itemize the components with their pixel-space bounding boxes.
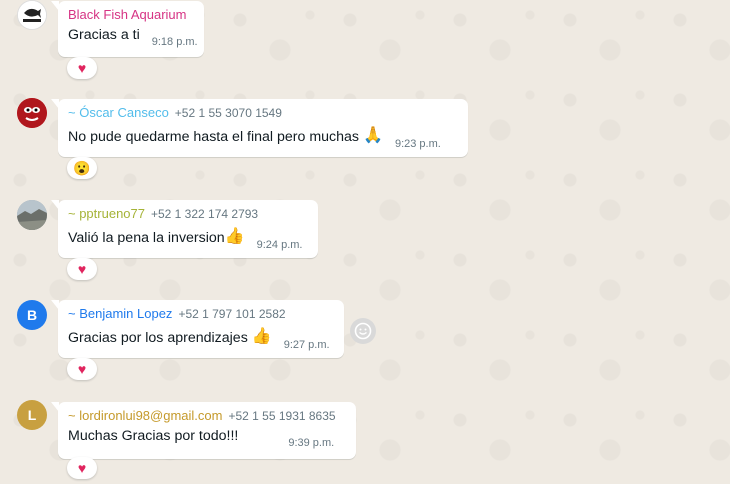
sender-phone: +52 1 55 1931 8635 [228,409,336,423]
smiley-icon [354,322,372,340]
avatar[interactable] [17,98,47,128]
surprised-face-icon: 😮 [73,159,91,176]
praying-hands-icon: 🙏 [363,127,383,144]
text-row: Valió la pena la inversion 👍 9:24 p.m. [68,226,309,251]
heart-icon: ♥ [77,361,87,377]
message-time: 9:18 p.m. [151,36,198,48]
sender-phone: +52 1 55 3070 1549 [174,106,282,120]
sender-phone: +52 1 322 174 2793 [150,207,259,221]
message-time: 9:27 p.m. [283,339,330,351]
text-row: Gracias por los aprendizajes 👍 9:27 p.m. [68,326,335,351]
avatar-letter: B [26,307,38,323]
add-reaction-button[interactable] [350,318,376,344]
photo-avatar-icon [17,98,47,128]
message-time: 9:23 p.m. [394,138,441,150]
text-row: No pude quedarme hasta el final pero muc… [68,125,459,150]
logo-icon [18,1,46,29]
avatar[interactable] [17,0,47,30]
avatar[interactable]: B [17,300,47,330]
avatar[interactable]: L [17,400,47,430]
sender-name[interactable]: Black Fish Aquarium [68,7,187,22]
message-bubble[interactable]: ~ pptrueno77 +52 1 322 174 2793 Valió la… [51,200,318,258]
message-text: No pude quedarme hasta el final pero muc… [68,129,360,145]
sender-row: ~ pptrueno77 +52 1 322 174 2793 [68,206,309,221]
message-bubble[interactable]: ~ Benjamin Lopez +52 1 797 101 2582 Grac… [51,300,344,358]
message-text: Gracias a ti [68,27,140,43]
heart-icon: ♥ [77,60,87,76]
thumbs-up-icon: 👍 [224,228,245,245]
sender-row: ~ lordironlui98@gmail.com +52 1 55 1931 … [68,408,347,423]
reaction-badge[interactable]: 😮 [67,157,97,179]
sender-phone: +52 1 797 101 2582 [178,307,286,321]
photo-avatar-icon [17,200,47,230]
message-text: Muchas Gracias por todo!!! [68,428,239,444]
avatar[interactable] [17,200,47,230]
reaction-badge[interactable]: ♥ [67,57,97,79]
reaction-badge[interactable]: ♥ [67,358,97,380]
sender-row: Black Fish Aquarium [68,7,195,22]
reaction-badge[interactable]: ♥ [67,457,97,479]
thumbs-up-icon: 👍 [251,328,272,345]
heart-icon: ♥ [77,460,87,476]
sender-name[interactable]: ~ pptrueno77 [68,206,145,221]
avatar-letter: L [27,407,37,423]
message-bubble[interactable]: ~ Óscar Canseco +52 1 55 3070 1549 No pu… [51,99,468,157]
message-time: 9:39 p.m. [288,437,335,449]
text-row: Muchas Gracias por todo!!! 9:39 p.m. [68,428,347,449]
message-bubble[interactable]: ~ lordironlui98@gmail.com +52 1 55 1931 … [51,402,356,459]
message-text: Valió la pena la inversion [68,230,225,246]
message-time: 9:24 p.m. [256,239,303,251]
message-text: Gracias por los aprendizajes [68,330,248,346]
sender-name[interactable]: ~ lordironlui98@gmail.com [68,408,222,423]
reaction-badge[interactable]: ♥ [67,258,97,280]
text-row: Gracias a ti 9:18 p.m. [68,27,198,48]
sender-name[interactable]: ~ Benjamin Lopez [68,306,172,321]
sender-row: ~ Benjamin Lopez +52 1 797 101 2582 [68,306,335,321]
sender-name[interactable]: ~ Óscar Canseco [68,105,169,120]
heart-icon: ♥ [77,261,87,277]
message-bubble[interactable]: Black Fish Aquarium Gracias a ti 9:18 p.… [51,1,204,57]
sender-row: ~ Óscar Canseco +52 1 55 3070 1549 [68,105,459,120]
